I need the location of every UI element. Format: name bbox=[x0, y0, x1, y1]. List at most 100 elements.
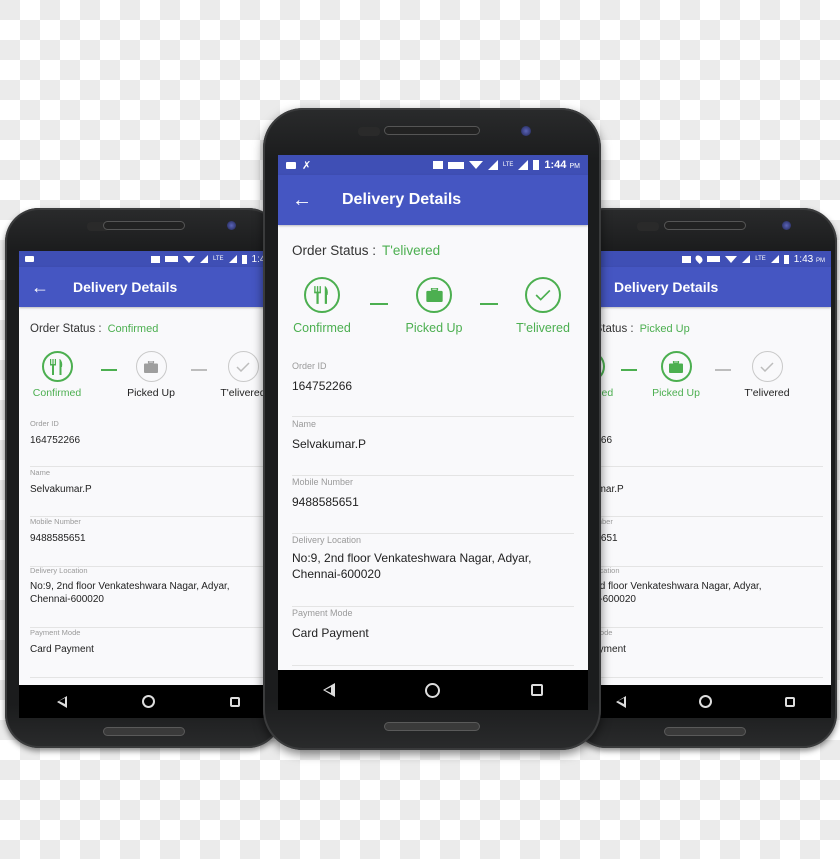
navigation-bar bbox=[19, 685, 277, 718]
field-payment-mode: Payment Mode Card Payment bbox=[579, 628, 823, 678]
lte-icon: LTE bbox=[502, 162, 514, 168]
nav-home-button[interactable] bbox=[141, 695, 155, 708]
field-order-id: Order ID 164752266 bbox=[292, 361, 574, 417]
delivery-content: Order Status : Picked Up Confirmed Picke… bbox=[579, 307, 831, 688]
arrow-left-icon[interactable]: ← bbox=[292, 189, 312, 212]
field-delivery-location: Delivery Location No:9, 2nd floor Venkat… bbox=[30, 566, 277, 628]
app-bar: ← Delivery Details bbox=[278, 175, 588, 225]
check-icon bbox=[525, 277, 561, 313]
page-title: Delivery Details bbox=[342, 191, 462, 208]
app-bar: Delivery Details bbox=[579, 267, 831, 307]
front-camera bbox=[521, 126, 531, 136]
step-connector bbox=[191, 369, 207, 371]
field-name: Name Selvakumar.P bbox=[30, 468, 277, 517]
nav-back-button[interactable] bbox=[56, 695, 67, 708]
briefcase-icon bbox=[416, 277, 452, 313]
nav-back-button[interactable] bbox=[615, 695, 626, 708]
phone-right: LTE 1:43 PM Delivery Details Order Statu… bbox=[572, 208, 837, 748]
page-title: Delivery Details bbox=[73, 279, 178, 295]
bottom-speaker bbox=[384, 722, 480, 731]
nav-recents-button[interactable] bbox=[229, 696, 240, 707]
step-label: Picked Up bbox=[652, 387, 700, 399]
battery-icon bbox=[533, 160, 540, 170]
navigation-bar bbox=[278, 670, 588, 710]
step-connector bbox=[621, 369, 637, 371]
wifi-icon bbox=[725, 255, 738, 263]
briefcase-icon bbox=[135, 351, 167, 382]
field-mobile-number: Mobile Number 9488585651 bbox=[579, 517, 823, 567]
screen: LTE 1:43 PM Delivery Details Order Statu… bbox=[579, 251, 831, 718]
check-icon bbox=[751, 351, 783, 382]
status-time: 1:43 PM bbox=[793, 253, 825, 265]
step-label: T'elivered bbox=[744, 387, 790, 399]
earpiece-speaker bbox=[102, 221, 185, 230]
nav-recents-button[interactable] bbox=[784, 696, 795, 707]
step-connector bbox=[715, 369, 731, 371]
lte-icon: LTE bbox=[755, 256, 766, 262]
field-payment-mode: Payment Mode Card Payment bbox=[292, 608, 574, 666]
phone-center: ✗ LTE 1:44 PM ← Delivery Details Order S… bbox=[263, 108, 601, 750]
step-label: T'elivered bbox=[516, 321, 570, 335]
proximity-sensor bbox=[637, 222, 659, 231]
battery-icon bbox=[241, 254, 247, 264]
delivery-content: Order Status : T'elivered Confirmed Pick… bbox=[278, 225, 588, 674]
recents-square-icon bbox=[530, 684, 543, 696]
order-status-value: Confirmed bbox=[107, 323, 159, 335]
signal-icon bbox=[770, 255, 779, 263]
order-status-value: T'elivered bbox=[382, 243, 441, 258]
back-triangle-icon bbox=[615, 695, 626, 708]
signal-icon bbox=[487, 160, 498, 170]
nav-recents-button[interactable] bbox=[530, 684, 543, 696]
signal-icon bbox=[518, 160, 529, 170]
nav-home-button[interactable] bbox=[698, 695, 712, 708]
status-steps: Confirmed Picked Up T'elivered bbox=[579, 351, 831, 401]
field-mobile-number: Mobile Number 9488585651 bbox=[30, 517, 277, 567]
home-circle-icon bbox=[425, 682, 441, 698]
bottom-speaker bbox=[102, 727, 185, 736]
step-picked-up: Picked Up bbox=[646, 351, 706, 399]
home-circle-icon bbox=[698, 695, 712, 708]
field-delivery-location: Delivery Location No:9, 2nd floor Venkat… bbox=[579, 566, 823, 628]
step-picked-up: Picked Up bbox=[398, 277, 470, 335]
step-label: Picked Up bbox=[405, 321, 463, 335]
status-bar: ✗ LTE 1:44 PM bbox=[278, 155, 588, 175]
field-payment-mode: Payment Mode Card Payment bbox=[30, 628, 277, 678]
order-status-label: Order Status : bbox=[30, 323, 102, 335]
step-picked-up: Picked Up bbox=[121, 351, 181, 399]
wifi-icon bbox=[182, 255, 195, 263]
arrow-left-icon[interactable]: ← bbox=[31, 277, 49, 298]
step-delivered: T'elivered bbox=[737, 351, 797, 399]
status-time: 1:44 PM bbox=[544, 159, 580, 171]
nav-home-button[interactable] bbox=[425, 682, 441, 698]
delivery-content: Order Status : Confirmed Confirmed Picke… bbox=[19, 307, 277, 688]
wifi-icon bbox=[468, 161, 483, 169]
step-label: Confirmed bbox=[32, 387, 82, 399]
location-icon bbox=[694, 254, 705, 264]
nav-back-button[interactable] bbox=[323, 683, 336, 697]
signal-icon bbox=[228, 255, 237, 263]
page-title: Delivery Details bbox=[614, 279, 719, 295]
step-confirmed: Confirmed bbox=[27, 351, 87, 399]
step-delivered: T'elivered bbox=[507, 277, 579, 335]
screen: LTE 1:43 ← Delivery Details Order Status… bbox=[19, 251, 277, 718]
proximity-sensor bbox=[358, 127, 380, 136]
phone-left: LTE 1:43 ← Delivery Details Order Status… bbox=[5, 208, 282, 748]
field-mobile-number: Mobile Number 9488585651 bbox=[292, 477, 574, 534]
field-order-id: Order ID 164752266 bbox=[579, 419, 823, 467]
front-camera bbox=[782, 221, 791, 230]
navigation-bar bbox=[579, 685, 831, 718]
earpiece-speaker bbox=[663, 221, 746, 230]
order-status-value: Picked Up bbox=[639, 323, 690, 335]
step-label: Confirmed bbox=[293, 321, 351, 335]
screen: ✗ LTE 1:44 PM ← Delivery Details Order S… bbox=[278, 155, 588, 710]
front-camera bbox=[227, 221, 236, 230]
field-delivery-location: Delivery Location No:9, 2nd floor Venkat… bbox=[292, 535, 574, 607]
step-label: Picked Up bbox=[127, 387, 175, 399]
home-circle-icon bbox=[141, 695, 155, 708]
step-connector bbox=[370, 303, 388, 305]
video-icon bbox=[286, 161, 296, 169]
battery-icon bbox=[783, 254, 789, 264]
video-icon bbox=[25, 256, 34, 262]
field-name: Name Selvakumar.P bbox=[292, 419, 574, 476]
cast-icon bbox=[432, 161, 443, 169]
